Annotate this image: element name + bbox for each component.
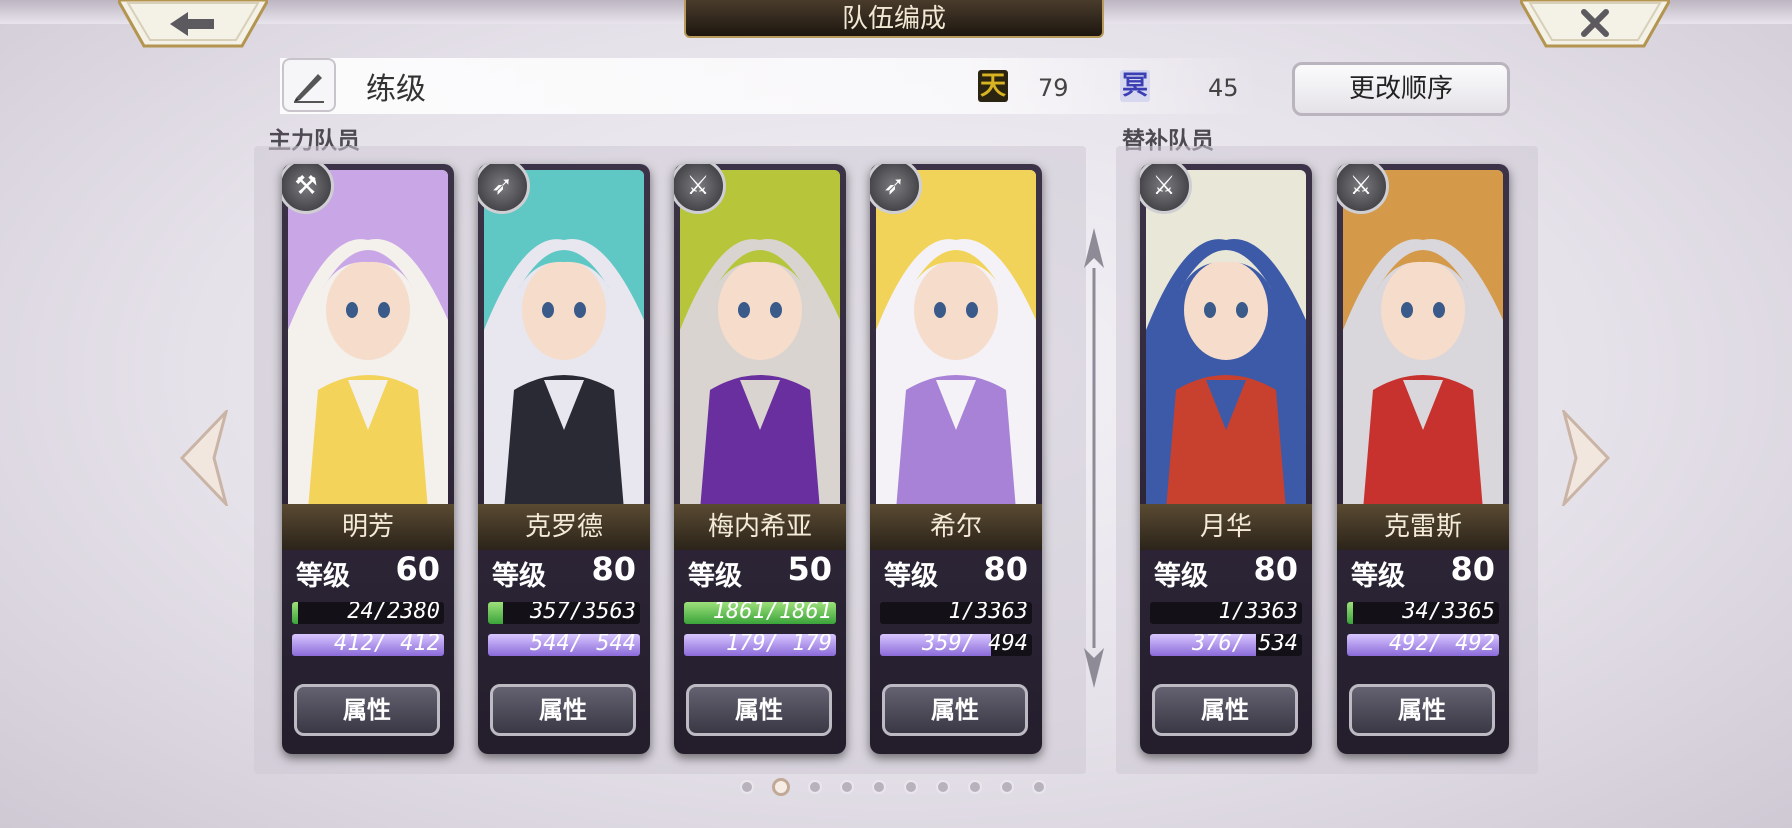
next-page-arrow[interactable] (1560, 406, 1612, 510)
character-card[interactable]: ➶ 克罗德 等级 80 357/3563 544/ 544 属性 (478, 164, 650, 754)
character-portrait (1146, 170, 1306, 510)
page-dot[interactable] (968, 780, 982, 794)
character-card[interactable]: ⚔ 克雷斯 等级 80 34/3365 492/ 492 属性 (1337, 164, 1509, 754)
change-order-button[interactable]: 更改顺序 (1292, 62, 1510, 116)
mp-bar: 544/ 544 (488, 634, 640, 656)
page-dot[interactable] (1032, 780, 1046, 794)
hp-text: 1/3363 (1218, 602, 1298, 624)
page-dot[interactable] (740, 780, 754, 794)
character-portrait (680, 170, 840, 510)
mp-bar: 412/ 412 (292, 634, 444, 656)
level-value: 80 (1450, 550, 1495, 588)
hp-text: 34/3365 (1402, 602, 1495, 624)
character-name: 明芳 (282, 504, 454, 550)
page-dot[interactable] (872, 780, 886, 794)
page-dot[interactable] (772, 778, 790, 796)
character-card[interactable]: ➶ 希尔 等级 80 1/3363 359/ 494 属性 (870, 164, 1042, 754)
character-card[interactable]: ⚒ 明芳 等级 60 24/2380 412/ 412 属性 (282, 164, 454, 754)
level-value: 50 (787, 550, 832, 588)
mp-text: 492/ 492 (1389, 634, 1495, 656)
attributes-button[interactable]: 属性 (490, 684, 636, 736)
mp-bar: 492/ 492 (1347, 634, 1499, 656)
level-value: 80 (1253, 550, 1298, 588)
chevron-right-icon (1561, 406, 1611, 510)
mp-bar: 179/ 179 (684, 634, 836, 656)
character-name: 克雷斯 (1337, 504, 1509, 550)
info-bar (280, 58, 1260, 114)
hp-bar: 24/2380 (292, 602, 444, 624)
page-title: 队伍编成 (684, 0, 1104, 38)
level-value: 60 (395, 550, 440, 588)
character-card[interactable]: ⚔ 梅内希亚 等级 50 1861/1861 179/ 179 属性 (674, 164, 846, 754)
mp-bar: 359/ 494 (880, 634, 1032, 656)
attributes-button[interactable]: 属性 (882, 684, 1028, 736)
chevron-left-icon (179, 406, 229, 510)
character-portrait (288, 170, 448, 510)
level-value: 80 (983, 550, 1028, 588)
back-arrow-icon (116, 0, 270, 48)
character-portrait (484, 170, 644, 510)
mp-bar: 376/ 534 (1150, 634, 1302, 656)
mp-text: 359/ 494 (922, 634, 1028, 656)
page-dot[interactable] (904, 780, 918, 794)
character-name: 梅内希亚 (674, 504, 846, 550)
page-dot[interactable] (1000, 780, 1014, 794)
hp-bar: 1/3363 (1150, 602, 1302, 624)
back-button[interactable] (116, 0, 270, 48)
heaven-resource-value: 79 (1038, 74, 1069, 102)
mp-text: 179/ 179 (726, 634, 832, 656)
level-label: 等级 (296, 561, 350, 592)
heaven-resource-icon: 天 (978, 70, 1008, 102)
hp-text: 1861/1861 (712, 602, 832, 624)
close-icon (1518, 0, 1672, 48)
level-label: 等级 (492, 561, 546, 592)
hp-bar: 34/3365 (1347, 602, 1499, 624)
attributes-button[interactable]: 属性 (1152, 684, 1298, 736)
attributes-button[interactable]: 属性 (1349, 684, 1495, 736)
page-dot[interactable] (840, 780, 854, 794)
mp-text: 544/ 544 (530, 634, 636, 656)
previous-page-arrow[interactable] (178, 406, 230, 510)
underworld-resource-value: 45 (1208, 74, 1239, 102)
mp-text: 412/ 412 (334, 634, 440, 656)
level-label: 等级 (1154, 561, 1208, 592)
page-dot[interactable] (808, 780, 822, 794)
character-portrait (1343, 170, 1503, 510)
hp-text: 357/3563 (530, 602, 636, 624)
hp-bar: 357/3563 (488, 602, 640, 624)
character-name: 希尔 (870, 504, 1042, 550)
panel-divider (1078, 228, 1110, 688)
underworld-resource-icon: 冥 (1120, 70, 1150, 102)
team-label: 练级 (366, 72, 426, 107)
page-dot[interactable] (936, 780, 950, 794)
edit-quill-button[interactable] (282, 58, 336, 112)
level-label: 等级 (884, 561, 938, 592)
character-name: 克罗德 (478, 504, 650, 550)
level-value: 80 (591, 550, 636, 588)
hp-bar: 1/3363 (880, 602, 1032, 624)
attributes-button[interactable]: 属性 (294, 684, 440, 736)
character-name: 月华 (1140, 504, 1312, 550)
level-label: 等级 (1351, 561, 1405, 592)
character-card[interactable]: ⚔ 月华 等级 80 1/3363 376/ 534 属性 (1140, 164, 1312, 754)
attributes-button[interactable]: 属性 (686, 684, 832, 736)
character-portrait (876, 170, 1036, 510)
hp-text: 1/3363 (948, 602, 1028, 624)
quill-icon (294, 74, 324, 103)
close-button[interactable] (1518, 0, 1672, 48)
level-label: 等级 (688, 561, 742, 592)
mp-text: 376/ 534 (1192, 634, 1298, 656)
hp-bar: 1861/1861 (684, 602, 836, 624)
page-indicator (740, 778, 1046, 800)
hp-text: 24/2380 (347, 602, 440, 624)
